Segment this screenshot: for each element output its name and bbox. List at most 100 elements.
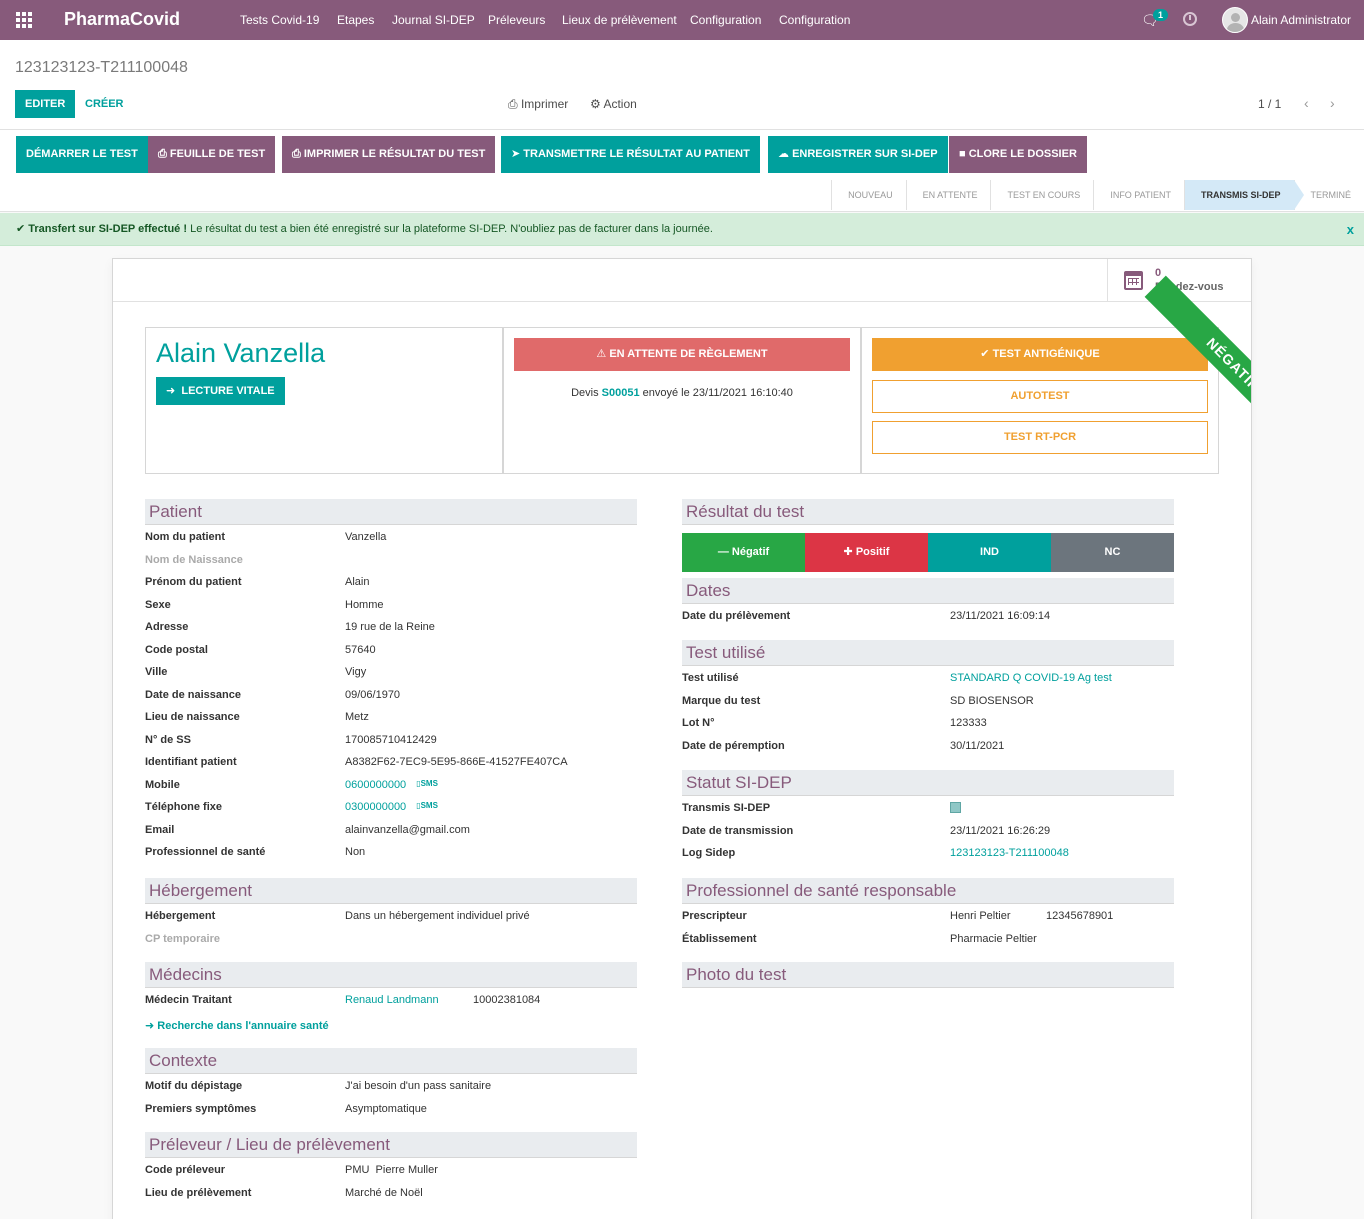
field-row: Nom de Naissance bbox=[145, 553, 243, 566]
field-row: Mobile 0600000000 ▯SMS bbox=[145, 778, 438, 791]
activity-clock-icon[interactable] bbox=[1183, 12, 1197, 26]
create-button[interactable]: CRÉER bbox=[85, 90, 124, 118]
close-alert-icon[interactable]: x bbox=[1347, 213, 1354, 246]
field-row: Premiers symptômes Asymptomatique bbox=[145, 1102, 427, 1115]
section-title: Dates bbox=[682, 578, 1174, 604]
field-row: Log Sidep 123123123-T211100048 bbox=[682, 847, 1069, 859]
field-row: Date de naissance 09/06/1970 bbox=[145, 688, 401, 701]
test-product-link[interactable]: STANDARD Q COVID-19 Ag test bbox=[950, 672, 1112, 684]
print-menu[interactable]: ⎙ Imprimer bbox=[508, 97, 568, 112]
register-sidep-button[interactable]: ☁ ENREGISTRER SUR SI-DEP bbox=[768, 136, 948, 173]
app-brand[interactable]: PharmaCovid bbox=[64, 9, 180, 30]
field-row: Marque du test SD BIOSENSOR bbox=[682, 694, 1034, 707]
send-result-patient-button[interactable]: ➤ TRANSMETTRE LE RÉSULTAT AU PATIENT bbox=[501, 136, 760, 173]
field-row: N° de SS 170085710412429 bbox=[145, 733, 437, 746]
field-row: Transmis SI-DEP bbox=[682, 796, 1174, 819]
edit-button[interactable]: EDITER bbox=[15, 90, 76, 118]
print-icon: ⎙ bbox=[292, 148, 304, 160]
mobile-field[interactable]: 0600000000 ▯SMS bbox=[345, 779, 438, 791]
section-title: Résultat du test bbox=[682, 499, 1174, 525]
top-navbar: PharmaCovid Tests Covid-19 Etapes Journa… bbox=[0, 0, 1364, 40]
stage-transmis-sidep[interactable]: TRANSMIS SI-DEP bbox=[1183, 180, 1303, 210]
sms-mobile-button[interactable]: ▯SMS bbox=[416, 779, 438, 788]
stage-en-attente[interactable]: EN ATTENTE bbox=[905, 180, 991, 210]
stage-nouveau[interactable]: NOUVEAU bbox=[831, 180, 906, 210]
section-title: Patient bbox=[145, 499, 637, 525]
test-sheet-button[interactable]: ⎙ FEUILLE DE TEST bbox=[148, 136, 276, 173]
test-type-autotest[interactable]: AUTOTEST bbox=[872, 380, 1208, 413]
warning-icon: ⚠ bbox=[596, 348, 610, 360]
annuaire-search-link[interactable]: ➜ Recherche dans l'annuaire santé bbox=[145, 1011, 637, 1033]
field-row: Identifiant patient A8382F62-7EC9-5E95-86… bbox=[145, 756, 568, 768]
field-row: Hébergement Dans un hébergement individue… bbox=[145, 910, 530, 922]
field-row: Lieu de naissance Metz bbox=[145, 711, 369, 723]
check-icon: ✔ bbox=[980, 348, 993, 360]
menu-tests-covid[interactable]: Tests Covid-19 bbox=[240, 13, 319, 27]
patient-name: Alain Vanzella bbox=[156, 338, 326, 368]
phone-field[interactable]: 0300000000 ▯SMS bbox=[345, 801, 438, 813]
menu-journal-sidep[interactable]: Journal SI-DEP bbox=[392, 13, 475, 27]
photo-section: Photo du test bbox=[682, 962, 1174, 988]
status-bar: NOUVEAU EN ATTENTE TEST EN COURS INFO PA… bbox=[831, 180, 1364, 210]
patient-card: Alain Vanzella ➜ LECTURE VITALE bbox=[145, 327, 503, 474]
field-row: Date du prélèvement 23/11/2021 16:09:14 bbox=[682, 610, 1051, 622]
user-avatar[interactable] bbox=[1222, 7, 1248, 33]
form-sheet: 0 Rendez-vous NÉGATIF Alain Vanzella ➜ L… bbox=[112, 258, 1252, 1219]
menu-configuration-1[interactable]: Configuration bbox=[690, 13, 761, 27]
start-test-button[interactable]: DÉMARRER LE TEST bbox=[16, 136, 148, 173]
payment-card: ⚠ EN ATTENTE DE RÈGLEMENT Devis S00051 e… bbox=[503, 327, 861, 474]
print-result-button[interactable]: ⎙ IMPRIMER LE RÉSULTAT DU TEST bbox=[282, 136, 496, 173]
result-nc-button[interactable]: NC bbox=[1051, 533, 1174, 572]
field-row: Établissement Pharmacie Peltier bbox=[682, 932, 1037, 945]
appointments-count: 0 bbox=[1155, 267, 1162, 279]
stage-test-en-cours[interactable]: TEST EN COURS bbox=[990, 180, 1093, 210]
apps-menu-icon[interactable] bbox=[16, 12, 32, 28]
sidep-section: Statut SI-DEP Transmis SI-DEP Date de tr… bbox=[682, 770, 1174, 864]
menu-configuration-2[interactable]: Configuration bbox=[779, 13, 850, 27]
section-title: Médecins bbox=[145, 962, 637, 988]
field-row: Téléphone fixe 0300000000 ▯SMS bbox=[145, 801, 438, 813]
control-panel: 123123123-T211100048 EDITER CRÉER ⎙ Impr… bbox=[0, 40, 1364, 130]
field-row: Adresse 19 rue de la Reine bbox=[145, 621, 435, 633]
form-header: DÉMARRER LE TEST ⎙ FEUILLE DE TEST ⎙ IMP… bbox=[0, 130, 1364, 212]
field-row: Lot N° 123333 bbox=[682, 717, 987, 729]
menu-etapes[interactable]: Etapes bbox=[337, 13, 374, 27]
field-row: Professionnel de santé Non bbox=[145, 846, 366, 858]
arrow-right-icon: ➜ bbox=[145, 1019, 158, 1032]
pager-value[interactable]: 1 / 1 bbox=[1258, 97, 1281, 111]
result-buttons: — Négatif ✚ Positif IND NC bbox=[682, 533, 1174, 572]
breadcrumb-record-title: 123123123-T211100048 bbox=[15, 59, 188, 76]
test-type-rtpcr[interactable]: TEST RT-PCR bbox=[872, 421, 1208, 454]
test-type-antigenique[interactable]: ✔ TEST ANTIGÉNIQUE bbox=[872, 338, 1208, 371]
result-positif-button[interactable]: ✚ Positif bbox=[805, 533, 928, 572]
devis-link[interactable]: S00051 bbox=[602, 387, 640, 399]
field-row: Date de transmission 23/11/2021 16:26:29 bbox=[682, 824, 1051, 837]
chat-count-badge: 1 bbox=[1153, 9, 1169, 21]
chevron-right-icon[interactable]: › bbox=[1330, 95, 1335, 111]
sidep-transmitted-checkbox[interactable] bbox=[950, 802, 961, 816]
result-ind-button[interactable]: IND bbox=[928, 533, 1051, 572]
vitale-read-button[interactable]: ➜ LECTURE VITALE bbox=[156, 377, 285, 405]
hebergement-section: Hébergement Hébergement Dans un hébergeme… bbox=[145, 878, 637, 949]
field-row: Motif du dépistage J'ai besoin d'un pass … bbox=[145, 1080, 492, 1092]
dates-section: Dates Date du prélèvement 23/11/2021 16:0… bbox=[682, 578, 1174, 627]
stage-info-patient[interactable]: INFO PATIENT bbox=[1093, 180, 1184, 210]
field-row: Sexe Homme bbox=[145, 598, 384, 611]
user-menu[interactable]: Alain Administrator bbox=[1251, 13, 1351, 27]
action-menu[interactable]: ⚙ Action bbox=[590, 97, 637, 111]
stage-termine[interactable]: TERMINÉ bbox=[1293, 180, 1364, 210]
doctor-link[interactable]: Renaud Landmann bbox=[345, 994, 439, 1006]
field-row: Médecin Traitant Renaud Landmann 100023810… bbox=[145, 994, 541, 1006]
section-title: Professionnel de santé responsable bbox=[682, 878, 1174, 904]
sidep-log-link[interactable]: 123123123-T211100048 bbox=[950, 847, 1069, 859]
field-row: Date de péremption 30/11/2021 bbox=[682, 739, 1005, 752]
result-negatif-button[interactable]: — Négatif bbox=[682, 533, 805, 572]
close-file-button[interactable]: ■ CLORE LE DOSSIER bbox=[949, 136, 1087, 173]
sms-phone-button[interactable]: ▯SMS bbox=[416, 801, 438, 810]
menu-lieux-prelevement[interactable]: Lieux de prélèvement bbox=[562, 13, 677, 27]
test-utilise-section: Test utilisé Test utilisé STANDARD Q COVI… bbox=[682, 640, 1174, 756]
plus-icon: ✚ bbox=[843, 546, 856, 558]
medecins-section: Médecins Médecin Traitant Renaud Landmann… bbox=[145, 962, 637, 1033]
chevron-left-icon[interactable]: ‹ bbox=[1304, 95, 1309, 111]
menu-preleveurs[interactable]: Préleveurs bbox=[488, 13, 545, 27]
